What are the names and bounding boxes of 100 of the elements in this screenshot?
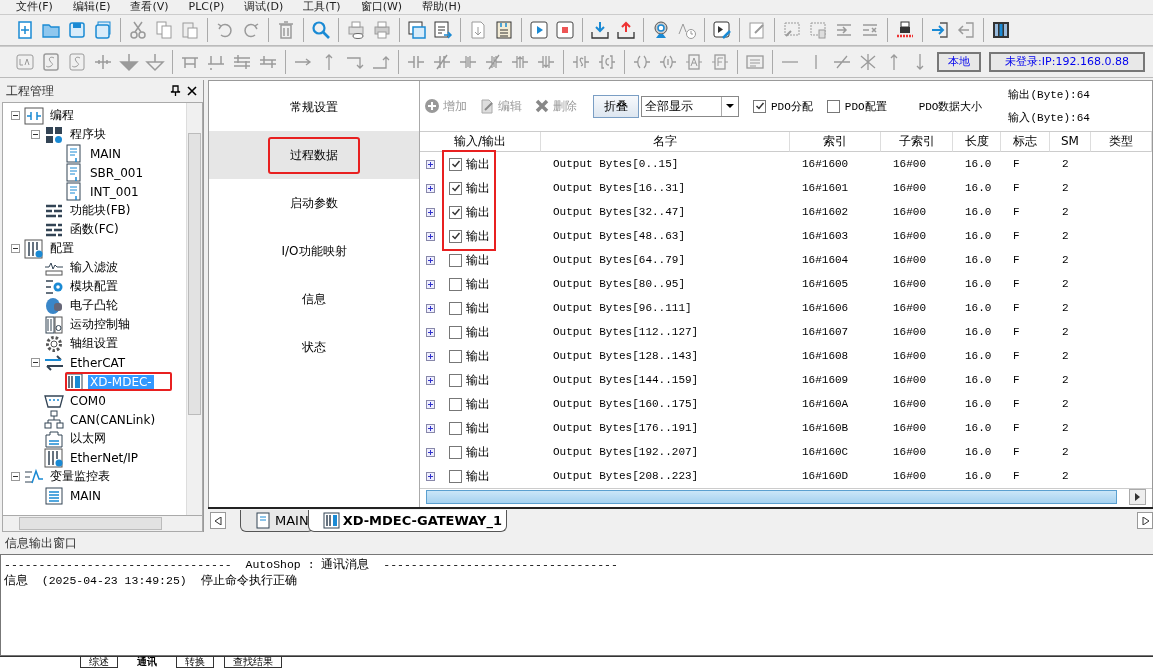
output-tab[interactable]: 查找结果 [224, 657, 282, 668]
documents-icon[interactable] [494, 20, 514, 40]
play-edit-icon[interactable] [712, 20, 732, 40]
tree-item[interactable]: 电子凸轮 [68, 297, 120, 314]
tree-item[interactable]: 运动控制轴 [68, 316, 132, 333]
expand-icon[interactable] [426, 183, 435, 193]
download-icon[interactable] [590, 20, 610, 40]
checkbox[interactable] [449, 205, 462, 219]
f-block-icon[interactable] [710, 52, 730, 72]
paste-icon[interactable] [180, 20, 200, 40]
collapse-toggle[interactable] [11, 472, 20, 481]
menu-item[interactable]: 文件(F) [16, 0, 53, 14]
expand-icon[interactable] [426, 471, 435, 481]
expand-icon[interactable] [426, 207, 435, 217]
expand-icon[interactable] [426, 231, 435, 241]
menu-item[interactable]: 调试(D) [244, 0, 284, 14]
checkbox[interactable] [449, 277, 462, 291]
tree-item[interactable]: SBR_001 [88, 165, 146, 180]
expand-icon[interactable] [426, 351, 435, 361]
tree-item[interactable]: 轴组设置 [68, 335, 120, 352]
tree-item[interactable]: MAIN [68, 488, 104, 503]
column-header[interactable]: 输入/输出 [420, 132, 541, 152]
settings-tab[interactable]: I/O功能映射 [209, 227, 419, 275]
asterisk-line-icon[interactable] [858, 52, 878, 72]
expand-icon[interactable] [426, 447, 435, 457]
document-tab[interactable]: XD-MDEC-GATEWAY_1 [307, 510, 507, 532]
checkbox[interactable] [449, 349, 462, 363]
settings-tab[interactable]: 过程数据 [209, 131, 419, 179]
printer-icon[interactable] [372, 20, 392, 40]
checkbox[interactable] [826, 99, 840, 113]
tree-item[interactable]: EtherCAT [68, 355, 128, 370]
menu-item[interactable]: 窗口(W) [360, 0, 403, 14]
right-arrow-icon[interactable] [1141, 516, 1149, 525]
windows-icon[interactable] [407, 20, 427, 40]
expand-icon[interactable] [426, 423, 435, 433]
s-outline-icon[interactable] [67, 52, 87, 72]
checkbox[interactable] [449, 445, 462, 459]
list-box-icon[interactable] [745, 52, 765, 72]
tree-item[interactable]: 程序块 [68, 126, 108, 143]
a-block-icon[interactable] [684, 52, 704, 72]
contact-n-icon[interactable] [484, 52, 504, 72]
scissors-icon[interactable] [128, 20, 148, 40]
collapse-toggle[interactable] [31, 130, 40, 139]
expand-icon[interactable] [426, 375, 435, 385]
collapse-toggle[interactable] [11, 111, 20, 120]
filter-dropdown[interactable]: 全部显示 [641, 95, 739, 117]
new-file-icon[interactable] [15, 20, 35, 40]
tree-item[interactable]: COM0 [68, 393, 108, 408]
contact-plus-icon[interactable] [93, 52, 113, 72]
column-header[interactable]: 标志 [1001, 132, 1050, 152]
settings-tab[interactable]: 状态 [209, 323, 419, 371]
checkbox[interactable] [449, 301, 462, 315]
menu-item[interactable]: PLC(P) [188, 0, 225, 14]
column-header[interactable]: SM [1050, 132, 1091, 152]
parallel-lines-icon[interactable] [232, 52, 252, 72]
menu-item[interactable]: 工具(T) [303, 0, 341, 14]
output-tab[interactable]: 综述 [80, 657, 118, 668]
column-header[interactable]: 长度 [953, 132, 1001, 152]
undo-icon[interactable] [215, 20, 235, 40]
settings-tab[interactable]: 启动参数 [209, 179, 419, 227]
copy-icon[interactable] [154, 20, 174, 40]
tree-item[interactable]: 功能块(FB) [68, 202, 133, 219]
checkbox[interactable] [449, 373, 462, 387]
window-export-icon[interactable] [433, 20, 453, 40]
close-icon[interactable] [187, 86, 197, 96]
tree-item[interactable]: 配置 [48, 240, 76, 257]
collapse-button[interactable]: 折叠 [593, 94, 639, 118]
checkbox[interactable] [449, 253, 462, 267]
column-header[interactable]: 索引 [790, 132, 881, 152]
checkbox[interactable] [449, 469, 462, 483]
down-arrow-outline-icon[interactable] [145, 52, 165, 72]
tree-item[interactable]: 模块配置 [68, 278, 120, 295]
module-rack-icon[interactable] [991, 20, 1011, 40]
expand-icon[interactable] [426, 159, 435, 169]
settings-tab[interactable]: 信息 [209, 275, 419, 323]
location-indicator[interactable]: 本地 [937, 52, 981, 72]
c-bracket-icon[interactable] [597, 52, 617, 72]
checkbox[interactable] [449, 325, 462, 339]
trash-icon[interactable] [276, 20, 296, 40]
down-arrow-icon[interactable] [119, 52, 139, 72]
left-arrow-icon[interactable] [214, 516, 222, 525]
output-tab[interactable]: 通讯 [128, 657, 166, 668]
login-status[interactable]: 未登录:IP:192.168.0.88 [989, 52, 1145, 72]
upload-icon[interactable] [616, 20, 636, 40]
expand-icon[interactable] [426, 327, 435, 337]
checkbox[interactable] [449, 421, 462, 435]
expand-icon[interactable] [426, 303, 435, 313]
tree-item[interactable]: CAN(CANLink) [68, 412, 158, 427]
checkbox[interactable] [449, 397, 462, 411]
grid-trash-icon[interactable] [808, 20, 828, 40]
logout-icon[interactable] [956, 20, 976, 40]
pin-icon[interactable] [170, 85, 181, 97]
output-tab[interactable]: 转换 [176, 657, 214, 668]
column-header[interactable]: 名字 [541, 132, 790, 152]
login-icon[interactable] [930, 20, 950, 40]
stop-icon[interactable] [555, 20, 575, 40]
tree-item[interactable]: 编程 [48, 107, 76, 124]
ladder-box-icon[interactable] [15, 52, 35, 72]
tree-item[interactable]: 函数(FC) [68, 221, 121, 238]
tree-item[interactable]: 变量监控表 [48, 468, 112, 485]
